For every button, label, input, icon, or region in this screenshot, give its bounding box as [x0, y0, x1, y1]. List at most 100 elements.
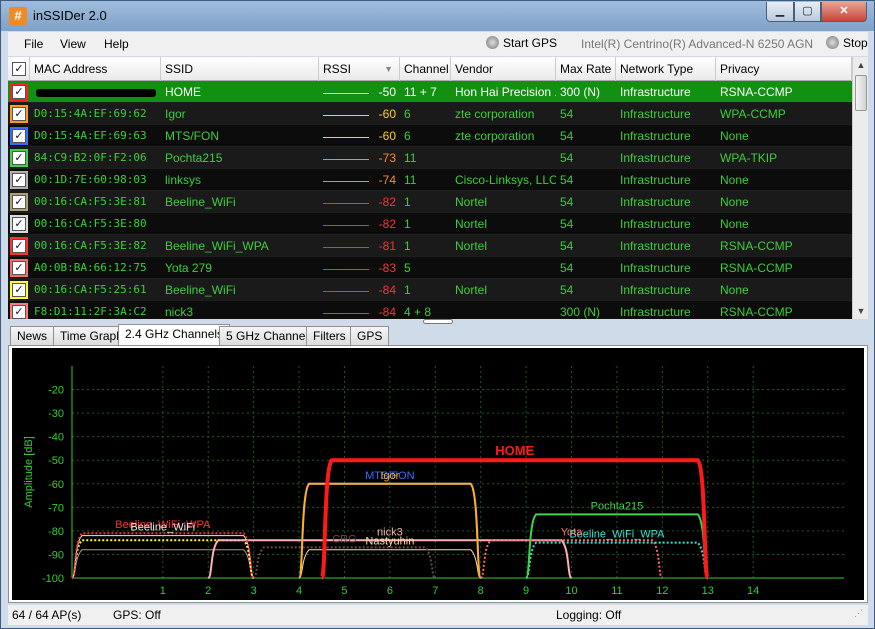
table-row[interactable]: ✓ HOME -50 11 + 7 Hon Hai Precision ... 300 (… [8, 81, 852, 103]
ssid-cell: Pochta215 [165, 151, 223, 165]
header-ssid[interactable]: SSID [161, 57, 319, 81]
max-rate-cell: 54 [560, 107, 574, 121]
ssid-cell: Beeline_WiFi [165, 195, 236, 209]
ap-count: 64 / 64 AP(s) [12, 608, 82, 622]
header-network-type[interactable]: Network Type [616, 57, 716, 81]
max-rate-cell: 54 [560, 151, 574, 165]
table-row[interactable]: ✓ 00:16:CA:F5:3E:82 Beeline_WiFi_WPA -81 1 No… [8, 235, 852, 257]
table-row[interactable]: ✓ 84:C9:B2:0F:F2:06 Pochta215 -73 11 54 Infras… [8, 147, 852, 169]
mac-cell: 00:16:CA:F5:25:61 [34, 283, 147, 296]
row-color-swatch: ✓ [10, 215, 28, 233]
header-max-rate[interactable]: Max Rate [556, 57, 616, 81]
row-color-swatch: ✓ [10, 303, 28, 319]
row-checkbox[interactable]: ✓ [12, 283, 26, 297]
max-rate-cell: 54 [560, 173, 574, 187]
ssid-cell [161, 213, 319, 235]
header-privacy[interactable]: Privacy [716, 57, 852, 81]
menu-help[interactable]: Help [104, 37, 129, 51]
minimize-button[interactable]: ▁ [766, 2, 794, 22]
scroll-down-icon[interactable]: ▼ [853, 303, 868, 319]
network-label: Yota [561, 526, 584, 538]
close-button[interactable]: ✕ [821, 2, 867, 22]
table-row[interactable]: ✓ F8:D1:11:2F:3A:C2 nick3 -84 4 + 8 300 (N) In… [8, 301, 852, 319]
row-checkbox[interactable]: ✓ [12, 107, 26, 121]
table-row[interactable]: ✓ 00:1D:7E:60:98:03 linksys -74 11 Cisco-Link… [8, 169, 852, 191]
x-tick-label: 11 [611, 585, 622, 597]
network-type-cell: Infrastructure [620, 261, 691, 275]
row-checkbox[interactable]: ✓ [12, 85, 26, 99]
start-gps-button[interactable]: Start GPS [486, 36, 557, 50]
max-rate-cell: 54 [560, 261, 574, 275]
privacy-cell: RSNA-CCMP [720, 305, 793, 319]
tab-2-4-ghz-channels[interactable]: 2.4 GHz Channels [118, 324, 231, 345]
rssi-sparkline [323, 225, 369, 226]
maximize-button[interactable]: ▢ [794, 2, 821, 22]
table-scrollbar[interactable]: ▲ ▼ [852, 57, 868, 319]
row-checkbox[interactable]: ✓ [12, 239, 26, 253]
max-rate-cell: 300 (N) [560, 305, 601, 319]
table-row[interactable]: ✓ 00:16:CA:F5:3E:80 -82 1 Nortel 54 Infrastruc… [8, 213, 852, 235]
tab-gps[interactable]: GPS [350, 326, 390, 345]
resize-grip-icon[interactable]: ⋰ [854, 609, 866, 623]
x-tick-label: 8 [478, 585, 484, 597]
max-rate-cell: 300 (N) [560, 85, 601, 99]
row-checkbox[interactable]: ✓ [12, 261, 26, 275]
header-vendor[interactable]: Vendor [451, 57, 556, 81]
row-checkbox[interactable]: ✓ [12, 173, 26, 187]
privacy-cell: None [720, 173, 749, 187]
menu-view[interactable]: View [60, 37, 86, 51]
status-bar: 64 / 64 AP(s) GPS: Off Logging: Off ⋰ [8, 605, 868, 625]
header-checkbox[interactable]: ✓ [8, 57, 30, 81]
adapter-select[interactable]: Intel(R) Centrino(R) Advanced-N 6250 AGN [581, 37, 813, 51]
header-mac[interactable]: MAC Address [30, 57, 161, 81]
rssi-cell: -74 [319, 169, 400, 191]
y-tick-label: -100 [42, 573, 64, 585]
rssi-sparkline [323, 247, 369, 248]
splitter-handle[interactable] [423, 319, 453, 324]
y-tick-label: -60 [48, 479, 64, 491]
table-row[interactable]: ✓ A0:0B:BA:66:12:75 Yota 279 -83 5 54 Infrastr… [8, 257, 852, 279]
start-gps-label: Start GPS [503, 36, 558, 50]
rssi-value: -82 [378, 217, 396, 231]
row-checkbox[interactable]: ✓ [12, 217, 26, 231]
app-logo-icon: # [9, 7, 27, 25]
rssi-value: -81 [378, 239, 396, 253]
network-type-cell: Infrastructure [620, 85, 691, 99]
stop-icon [826, 36, 839, 49]
vendor-cell: zte corporation [455, 129, 535, 143]
scroll-thumb[interactable] [855, 75, 867, 111]
row-checkbox[interactable]: ✓ [12, 129, 26, 143]
rssi-cell: -83 [319, 257, 400, 279]
play-icon [486, 36, 499, 49]
network-type-cell: Infrastructure [620, 173, 691, 187]
row-checkbox[interactable]: ✓ [12, 195, 26, 209]
menu-file[interactable]: File [24, 37, 43, 51]
max-rate-cell: 54 [560, 195, 574, 209]
mac-cell: 00:16:CA:F5:3E:80 [34, 217, 147, 230]
tab-news[interactable]: News [10, 326, 55, 345]
table-row[interactable]: ✓ D0:15:4A:EF:69:63 MTS/FON -60 6 zte corpora… [8, 125, 852, 147]
stop-button[interactable]: Stop [826, 36, 868, 50]
tab-filters[interactable]: Filters [306, 326, 353, 345]
x-tick-label: 14 [747, 585, 759, 597]
header-rssi[interactable]: RSSI ▼ [319, 57, 400, 81]
table-row[interactable]: ✓ 00:16:CA:F5:3E:81 Beeline_WiFi -82 1 Nortel… [8, 191, 852, 213]
rssi-sparkline [323, 137, 369, 138]
ssid-cell: HOME [165, 85, 201, 99]
network-label: Nastyuhin [365, 536, 414, 548]
title-bar[interactable]: # inSSIDer 2.0 ▁ ▢ ✕ [1, 1, 874, 31]
x-tick-label: 5 [341, 585, 347, 597]
rssi-value: -50 [378, 85, 396, 99]
row-checkbox[interactable]: ✓ [12, 305, 26, 319]
rssi-cell: -84 [319, 279, 400, 301]
rssi-cell: -60 [319, 103, 400, 125]
table-row[interactable]: ✓ D0:15:4A:EF:69:62 Igor -60 6 zte corporatio… [8, 103, 852, 125]
table-row[interactable]: ✓ 00:16:CA:F5:25:61 Beeline_WiFi -84 1 Nortel… [8, 279, 852, 301]
tab-strip: News Time Graph 2.4 GHz Channels 5 GHz C… [8, 324, 868, 345]
header-channel[interactable]: Channel [400, 57, 451, 81]
scroll-up-icon[interactable]: ▲ [853, 57, 868, 73]
channel-cell: 6 [404, 107, 411, 121]
select-all-checkbox[interactable]: ✓ [12, 62, 26, 76]
row-checkbox[interactable]: ✓ [12, 151, 26, 165]
y-tick-label: -40 [48, 432, 64, 444]
